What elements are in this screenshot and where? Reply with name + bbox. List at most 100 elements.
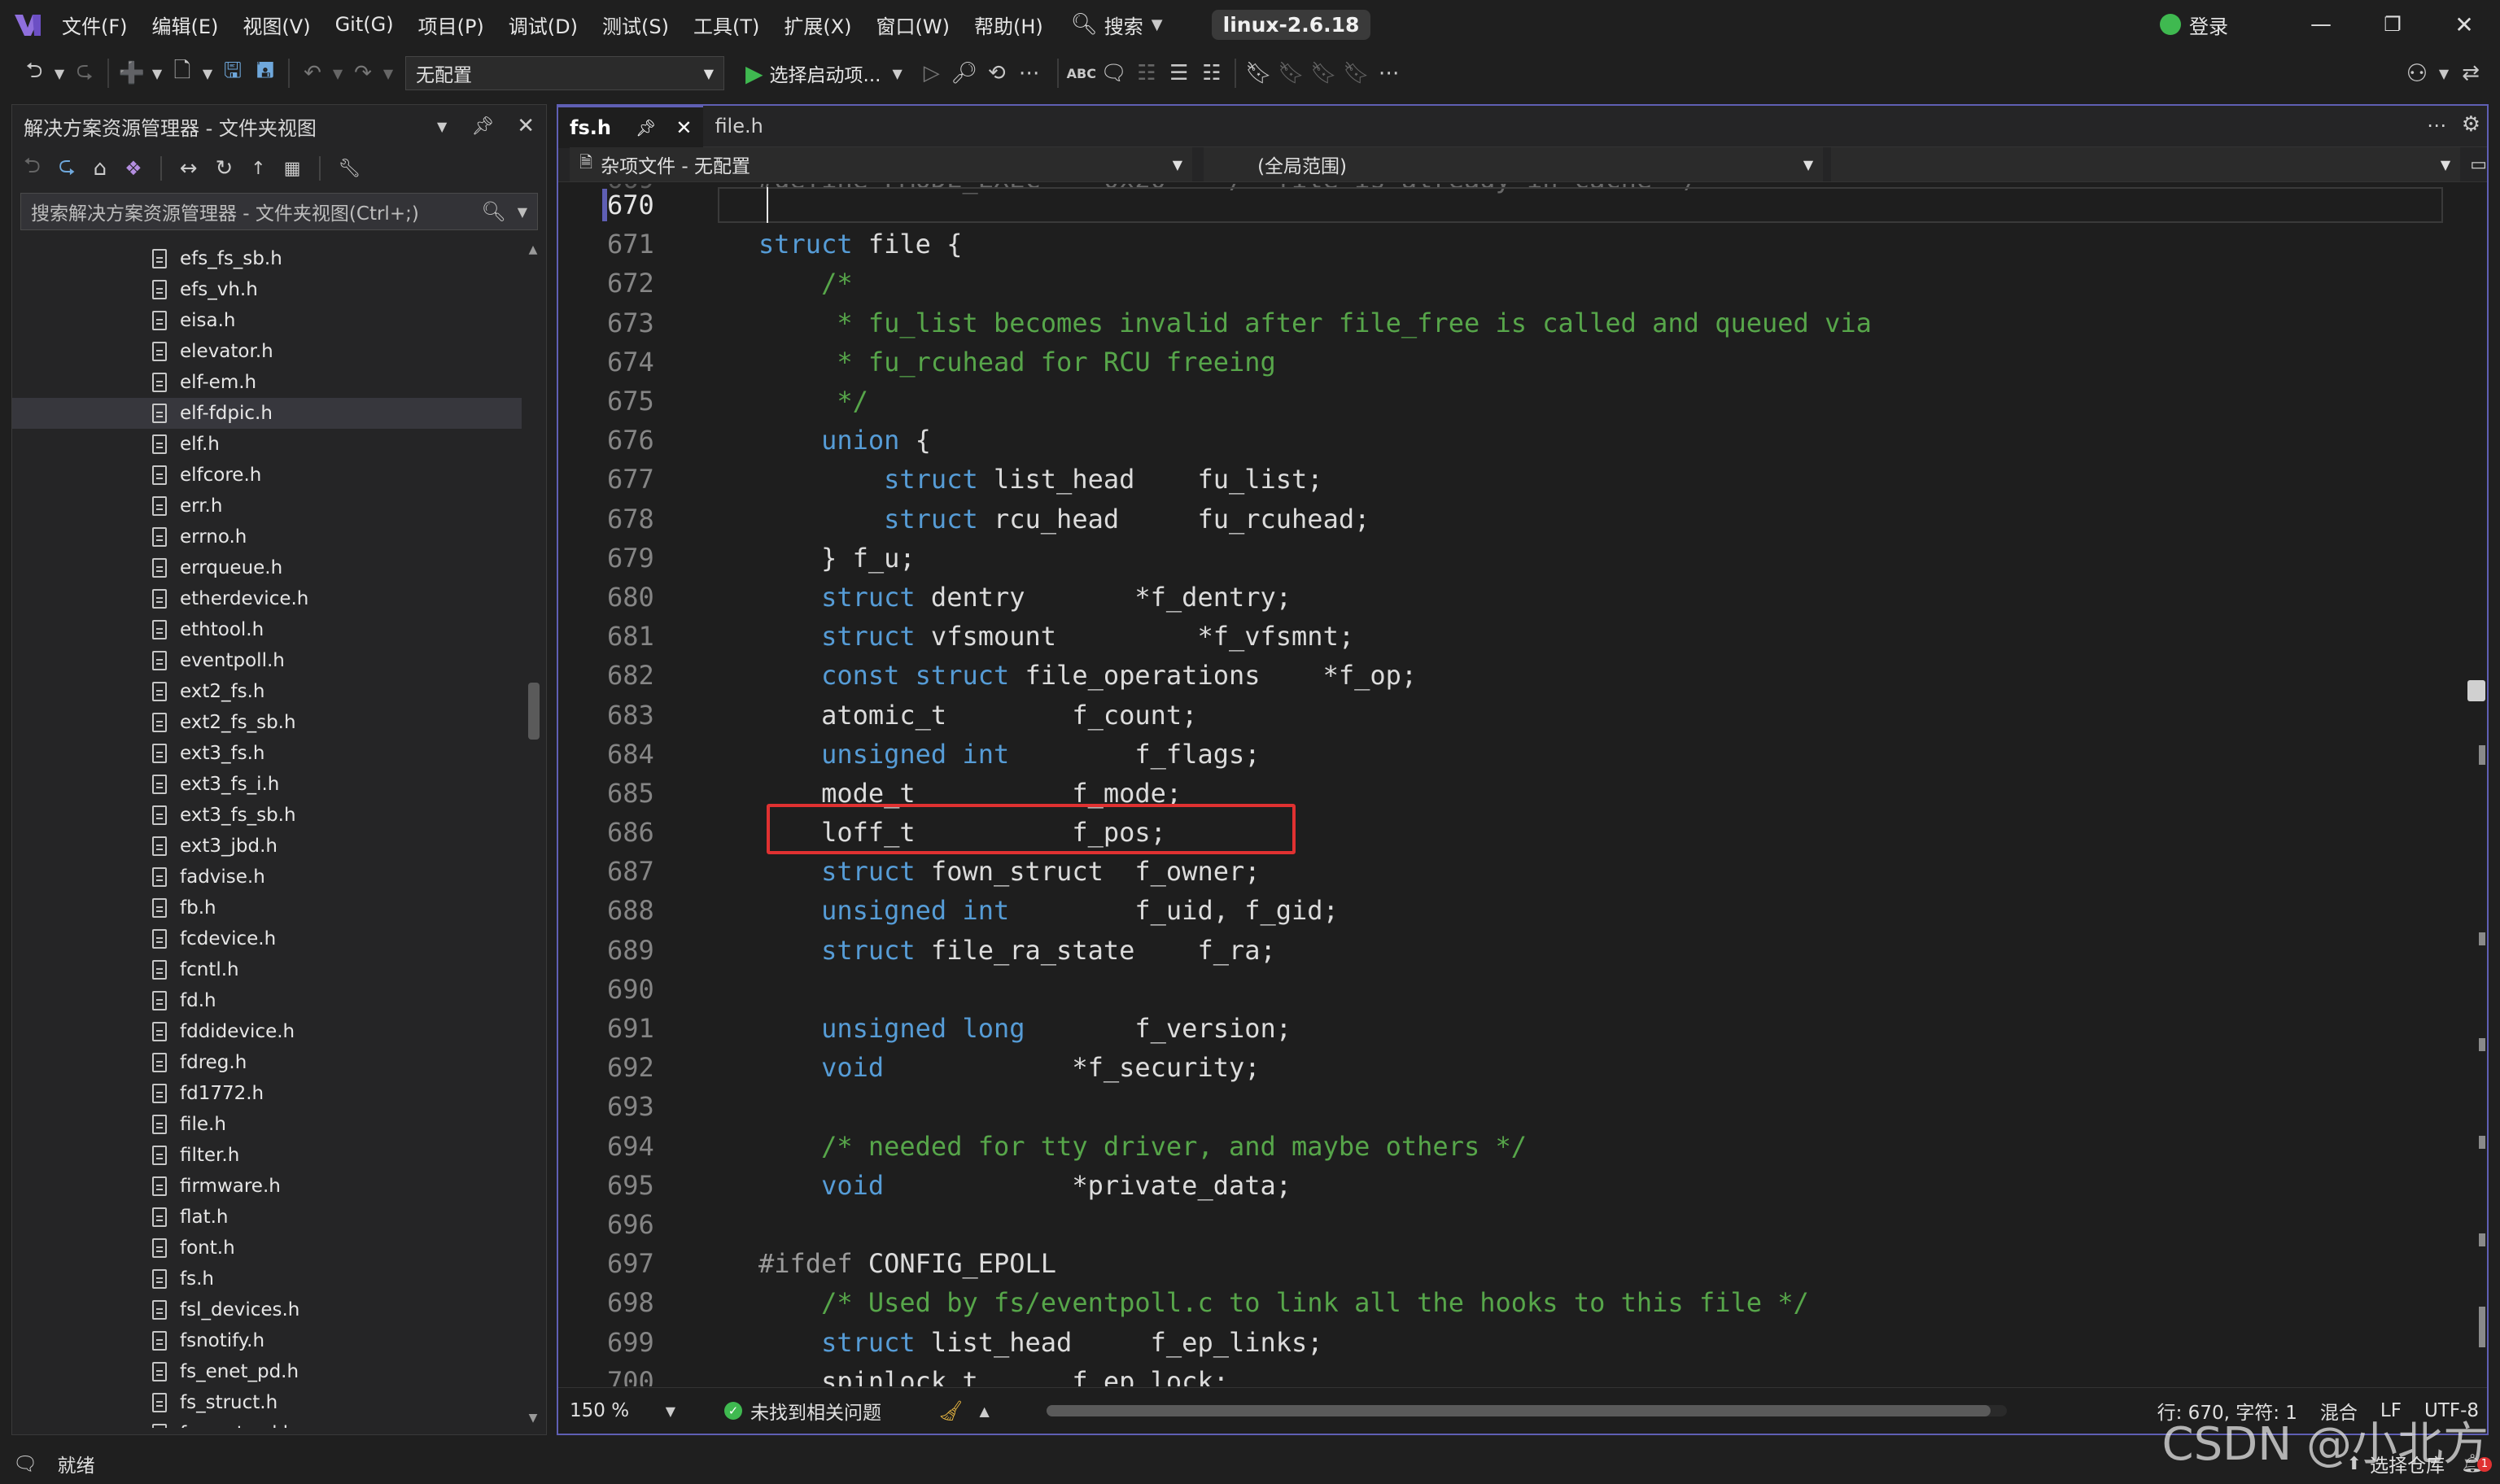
file-tree-item[interactable]: fsl_devices.h	[12, 1294, 522, 1325]
more-options-icon[interactable]: ⋯	[1013, 57, 1046, 89]
navigate-forward-icon[interactable]: ⮎	[68, 57, 101, 89]
navigate-back-icon[interactable]: ⮌	[18, 57, 50, 89]
file-tree-item[interactable]: ext3_fs.h	[12, 738, 522, 769]
switch-views-icon[interactable]: ❖	[125, 157, 142, 180]
chevron-down-icon[interactable]: ▼	[437, 119, 447, 134]
close-tab-icon[interactable]: ✕	[675, 116, 692, 139]
configuration-dropdown[interactable]: 无配置 ▼	[405, 56, 724, 90]
close-icon[interactable]: ✕	[517, 114, 535, 138]
file-tree-item[interactable]: elf-fdpic.h	[12, 398, 522, 429]
clear-bookmarks-icon[interactable]: 🔖︎	[1340, 57, 1373, 89]
file-tree-item[interactable]: firmware.h	[12, 1171, 522, 1202]
tab-0[interactable]: fs.h 📌︎ ✕	[558, 104, 704, 148]
global-search[interactable]: 🔍︎ 搜索 ▼	[1071, 11, 1163, 39]
live-share-icon[interactable]: ⇄	[2454, 57, 2487, 89]
chevron-down-icon[interactable]: ▼	[199, 57, 216, 89]
horizontal-scrollbar[interactable]	[1046, 1405, 2007, 1416]
copilot-icon[interactable]: ⚇	[2401, 57, 2433, 89]
comment-icon[interactable]: 🗨︎	[1098, 57, 1130, 89]
start-without-debugging-icon[interactable]: ▷	[916, 57, 948, 89]
sync-with-active-document-icon[interactable]: ↔	[180, 156, 198, 181]
gear-icon[interactable]: ⚙	[2462, 112, 2480, 137]
start-debugging-button[interactable]: ▶ 选择启动项... ▼	[745, 59, 903, 87]
scrollbar-thumb[interactable]	[528, 683, 540, 740]
file-tree-item[interactable]: efs_fs_sb.h	[12, 243, 522, 274]
file-tree-item[interactable]: elf.h	[12, 429, 522, 460]
pin-tab-icon[interactable]: 📌︎	[636, 118, 656, 137]
refresh-icon[interactable]: ↻	[215, 156, 233, 181]
file-tree-item[interactable]: fs.h	[12, 1264, 522, 1294]
file-tree-item[interactable]: fddidevice.h	[12, 1016, 522, 1047]
file-tree-item[interactable]: ext3_jbd.h	[12, 831, 522, 862]
save-all-icon[interactable]: 🖪︎	[249, 57, 282, 89]
find-in-files-icon[interactable]: 🔎︎	[948, 57, 981, 89]
indent-icon[interactable]: ☷	[1195, 57, 1228, 89]
show-all-files-icon[interactable]: ▦	[284, 159, 301, 179]
file-tree-item[interactable]: filter.h	[12, 1140, 522, 1171]
properties-icon[interactable]: 🔧︎	[339, 159, 361, 179]
file-tree-item[interactable]: fb.h	[12, 893, 522, 923]
undo-icon[interactable]: ↶	[296, 57, 329, 89]
menu-item-6[interactable]: 测试(S)	[602, 11, 669, 39]
file-tree-item[interactable]: file.h	[12, 1109, 522, 1140]
file-tree-item[interactable]: elfcore.h	[12, 460, 522, 491]
member-dropdown[interactable]: ▼	[1831, 147, 2461, 181]
file-tree-item[interactable]: etherdevice.h	[12, 583, 522, 614]
file-tree-item[interactable]: ext2_fs_sb.h	[12, 707, 522, 738]
project-context-dropdown[interactable]: 🗎︎ 杂项文件 - 无配置 ▼	[570, 147, 1193, 181]
file-tree-item[interactable]: fs_struct.h	[12, 1387, 522, 1418]
scroll-up-arrow-icon[interactable]: ▲	[525, 243, 541, 256]
code-cleanup-icon[interactable]: 🧹︎	[938, 1399, 963, 1422]
menu-item-4[interactable]: 项目(P)	[418, 11, 484, 39]
file-tree-item[interactable]: ext2_fs.h	[12, 676, 522, 707]
outdent-icon[interactable]: ☰	[1163, 57, 1195, 89]
file-tree-item[interactable]: fdreg.h	[12, 1047, 522, 1078]
file-tree-item[interactable]: font.h	[12, 1233, 522, 1264]
menu-item-7[interactable]: 工具(T)	[693, 11, 759, 39]
menu-item-10[interactable]: 帮助(H)	[974, 11, 1043, 39]
new-file-icon[interactable]: 🗋︎	[166, 57, 199, 89]
file-tree-item[interactable]: err.h	[12, 491, 522, 522]
file-tree-item[interactable]: eventpoll.h	[12, 645, 522, 676]
pin-icon[interactable]: 📌︎	[471, 116, 494, 137]
more-options-icon[interactable]: ⋯	[1373, 57, 1405, 89]
minimize-button[interactable]: —	[2285, 12, 2357, 37]
chevron-down-icon[interactable]: ▼	[148, 57, 166, 89]
file-tree-item[interactable]: flat.h	[12, 1202, 522, 1233]
file-tree-item[interactable]: elf-em.h	[12, 367, 522, 398]
redo-icon[interactable]: ↷	[347, 57, 379, 89]
tab-1[interactable]: file.h	[703, 106, 774, 146]
file-tree-item[interactable]: fadvise.h	[12, 862, 522, 893]
login-button[interactable]: 登录	[2160, 11, 2228, 39]
uncomment-icon[interactable]: ☷	[1130, 57, 1163, 89]
file-tree-item[interactable]: fs_enet_pd.h	[12, 1356, 522, 1387]
scope-dropdown[interactable]: (全局范围) ▼	[1204, 147, 1824, 181]
chevron-up-icon[interactable]: ▲	[979, 1403, 989, 1419]
chevron-down-icon[interactable]: ▼	[2433, 57, 2454, 89]
new-project-icon[interactable]: ➕	[116, 57, 148, 89]
close-window-button[interactable]: ✕	[2428, 11, 2500, 38]
file-tree-item[interactable]: ethtool.h	[12, 614, 522, 645]
file-tree-item[interactable]: ext3_fs_sb.h	[12, 800, 522, 831]
menu-item-5[interactable]: 调试(D)	[509, 11, 578, 39]
file-tree-item[interactable]: ext3_fs_i.h	[12, 769, 522, 800]
vertical-scrollbar[interactable]: ▲ ▼	[525, 243, 541, 1428]
menu-item-8[interactable]: 扩展(X)	[784, 11, 851, 39]
file-tree-item[interactable]: errqueue.h	[12, 552, 522, 583]
menu-item-3[interactable]: Git(G)	[335, 13, 394, 36]
explorer-search-input[interactable]: 搜索解决方案资源管理器 - 文件夹视图(Ctrl+;) 🔍︎ ▼	[20, 193, 538, 230]
back-icon[interactable]: ⮌	[24, 151, 41, 186]
next-bookmark-icon[interactable]: 🔖︎	[1308, 57, 1340, 89]
issues-indicator[interactable]: ✓ 未找到相关问题	[724, 1397, 881, 1425]
visual-studio-logo-icon[interactable]	[8, 5, 47, 44]
output-window-icon[interactable]: 🗨︎	[13, 1452, 37, 1475]
menu-item-0[interactable]: 文件(F)	[62, 11, 128, 39]
hot-reload-icon[interactable]: ⟲	[981, 57, 1013, 89]
chevron-down-icon[interactable]: ▼	[50, 57, 68, 89]
menu-item-9[interactable]: 窗口(W)	[876, 11, 950, 39]
horizontal-scrollbar-thumb[interactable]	[1046, 1405, 1991, 1416]
menu-item-2[interactable]: 视图(V)	[243, 11, 310, 39]
file-tree-item[interactable]: fcdevice.h	[12, 923, 522, 954]
collapse-all-icon[interactable]: ↑	[251, 159, 265, 179]
file-tree-item[interactable]: fs_uart_pd.h	[12, 1418, 522, 1428]
